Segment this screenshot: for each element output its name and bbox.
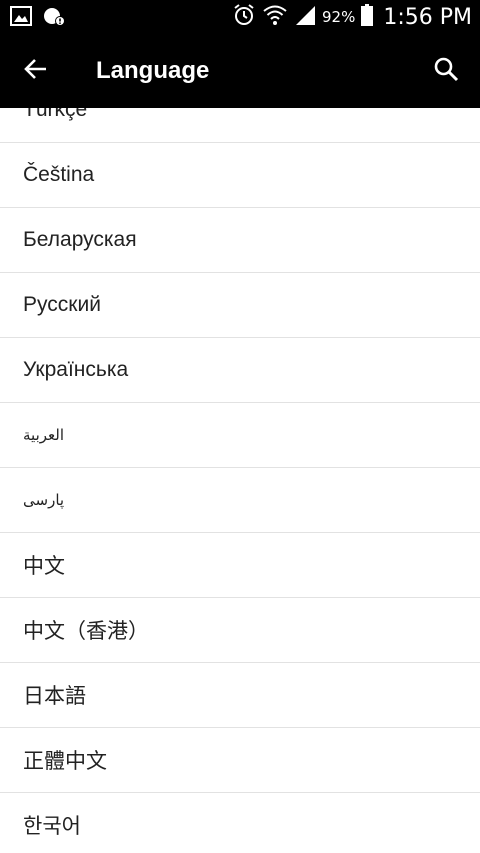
language-item-ukrainian[interactable]: Українська	[0, 338, 480, 403]
gallery-icon	[10, 5, 32, 31]
language-item-japanese[interactable]: 日本語	[0, 663, 480, 728]
status-bar-left	[10, 5, 66, 31]
status-time: 1:56 PM	[383, 4, 472, 30]
language-item-korean[interactable]: 한국어	[0, 793, 480, 853]
back-button[interactable]	[12, 47, 60, 95]
language-item-czech[interactable]: Čeština	[0, 143, 480, 208]
search-button[interactable]	[422, 47, 470, 95]
language-item-persian[interactable]: پارسی	[0, 468, 480, 533]
battery-percent: 92%	[322, 8, 356, 26]
wifi-icon	[262, 3, 288, 31]
battery-icon	[361, 4, 374, 30]
language-list-inner: Türkçe Čeština Беларуская Русский Україн…	[0, 108, 480, 853]
status-bar: 92% 1:56 PM	[0, 0, 480, 34]
language-item-chinese[interactable]: 中文	[0, 533, 480, 598]
arrow-left-icon	[23, 56, 49, 86]
alarm-icon	[232, 3, 256, 31]
search-icon	[433, 56, 459, 86]
notification-icon	[42, 5, 66, 31]
language-item-russian[interactable]: Русский	[0, 273, 480, 338]
page-title: Language	[96, 57, 210, 84]
status-bar-right: 92% 1:56 PM	[232, 0, 472, 34]
signal-icon	[294, 4, 316, 30]
language-list[interactable]: Türkçe Čeština Беларуская Русский Україн…	[0, 108, 480, 853]
language-item-traditional-chinese[interactable]: 正體中文	[0, 728, 480, 793]
app-bar: Language	[0, 34, 480, 108]
language-item-belarusian[interactable]: Беларуская	[0, 208, 480, 273]
language-item-chinese-hk[interactable]: 中文（香港）	[0, 598, 480, 663]
language-item-turkish[interactable]: Türkçe	[0, 108, 480, 143]
language-item-arabic[interactable]: العربية	[0, 403, 480, 468]
